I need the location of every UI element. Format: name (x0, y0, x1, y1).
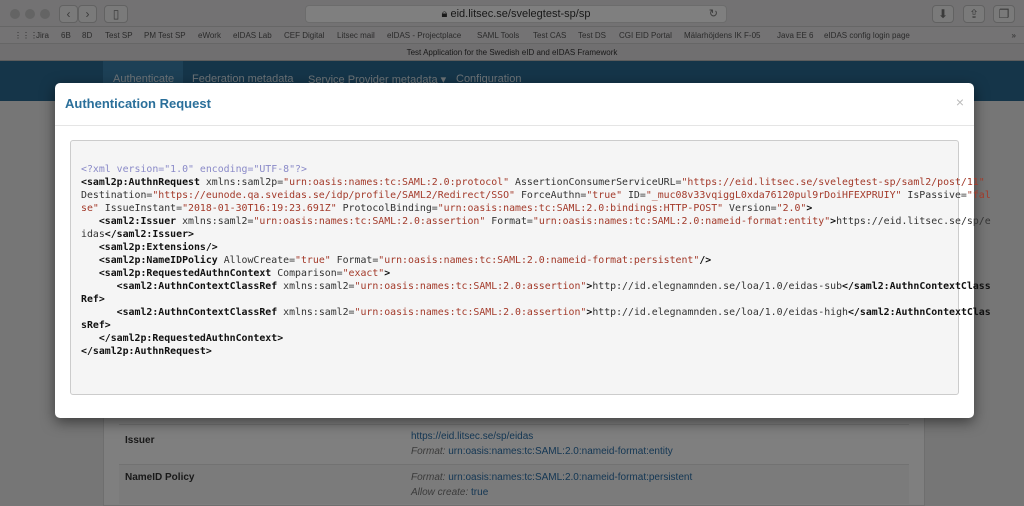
xml-tag: <saml2p:NameIDPolicy (98, 255, 218, 266)
xml-attr: Format= (330, 255, 379, 266)
xml-tag: </saml2:Issuer> (104, 229, 194, 240)
xml-attr: idas (81, 229, 105, 240)
xml-tag: sRef> (81, 320, 111, 331)
xml-tag: <saml2:Issuer (98, 216, 177, 227)
xml-val: "urn:oasis:names:tc:SAML:2.0:bindings:HT… (437, 203, 724, 214)
xml-attr (81, 307, 117, 318)
xml-val: se" (81, 203, 99, 214)
xml-pi: <?xml version="1.0" encoding="UTF-8"?> (81, 164, 307, 175)
xml-tag: <saml2p:Extensions/> (98, 242, 218, 253)
xml-val: "https://eid.litsec.se/svelegtest-sp/sam… (681, 177, 985, 188)
xml-tag: </saml2p:AuthnRequest> (81, 346, 212, 357)
xml-val: "urn:oasis:names:tc:SAML:2.0:assertion" (253, 216, 486, 227)
xml-val: "2018-01-30T16:19:23.691Z" (182, 203, 337, 214)
xml-attr: AllowCreate= (217, 255, 296, 266)
xml-val: "urn:oasis:names:tc:SAML:2.0:assertion" (354, 281, 587, 292)
xml-attr: http://id.elegnamnden.se/loa/1.0/eidas-h… (592, 307, 848, 318)
xml-val: "urn:oasis:names:tc:SAML:2.0:nameid-form… (532, 216, 831, 227)
xml-val: "true" (586, 190, 623, 201)
close-icon[interactable]: × (956, 94, 964, 110)
xml-attr: AssertionConsumerServiceURL= (509, 177, 682, 188)
xml-attr: IssueInstant= (98, 203, 183, 214)
xml-val: "true" (295, 255, 331, 266)
xml-attr: https://eid.litsec.se/sp/e (836, 216, 991, 227)
xml-val: "_muc08v33vqiggL0xda76120pul9rDoiHFEXPRU… (645, 190, 902, 201)
xml-tag: Ref> (81, 294, 105, 305)
xml-val: "2.0" (776, 203, 807, 214)
xml-tag: </saml2:AuthnContextClass (842, 281, 991, 292)
xml-tag: </saml2:AuthnContextClas (847, 307, 991, 318)
xml-attr: Version= (723, 203, 777, 214)
xml-attr: ProtocolBinding= (336, 203, 438, 214)
xml-tag: <saml2p:AuthnRequest (81, 177, 200, 188)
authentication-request-modal: Authentication Request × <?xml version="… (55, 83, 991, 418)
xml-tag: <saml2:AuthnContextClassRef (116, 307, 278, 318)
xml-val: "urn:oasis:names:tc:SAML:2.0:assertion" (354, 307, 587, 318)
xml-val: "urn:oasis:names:tc:SAML:2.0:nameid-form… (378, 255, 700, 266)
xml-attr: xmlns:saml2= (176, 216, 254, 227)
xml-attr: xmlns:saml2= (277, 281, 355, 292)
xml-tag: <saml2:AuthnContextClassRef (116, 281, 278, 292)
xml-attr: ForceAuthn= (515, 190, 587, 201)
xml-attr: Comparison= (271, 268, 343, 279)
xml-attr (81, 216, 99, 227)
xml-val: "exact" (342, 268, 385, 279)
xml-attr (81, 268, 99, 279)
xml-code-block: <?xml version="1.0" encoding="UTF-8"?> <… (70, 140, 991, 395)
xml-attr: IsPassive= (901, 190, 967, 201)
xml-attr: ID= (622, 190, 646, 201)
xml-tag: > (806, 203, 813, 214)
xml-attr: xmlns:saml2p= (199, 177, 284, 188)
xml-attr (81, 333, 99, 344)
xml-tag: <saml2p:RequestedAuthnContext (98, 268, 272, 279)
xml-tag: /> (699, 255, 712, 266)
xml-attr: Destination= (81, 190, 153, 201)
xml-tag: </saml2p:RequestedAuthnContext> (98, 333, 284, 344)
xml-attr: http://id.elegnamnden.se/loa/1.0/eidas-s… (592, 281, 843, 292)
modal-title: Authentication Request (65, 96, 211, 111)
xml-attr: xmlns:saml2= (277, 307, 355, 318)
xml-val: "fal (966, 190, 991, 201)
xml-attr (81, 255, 99, 266)
xml-attr: Format= (485, 216, 533, 227)
xml-text: <?xml version="1.0" encoding="UTF-8"?> <… (81, 163, 991, 358)
xml-tag: > (384, 268, 391, 279)
xml-val: "https://eunode.qa.sveidas.se/idp/profil… (152, 190, 516, 201)
xml-attr (81, 281, 117, 292)
xml-val: "urn:oasis:names:tc:SAML:2.0:protocol" (283, 177, 510, 188)
xml-attr (81, 242, 99, 253)
divider (55, 125, 974, 126)
